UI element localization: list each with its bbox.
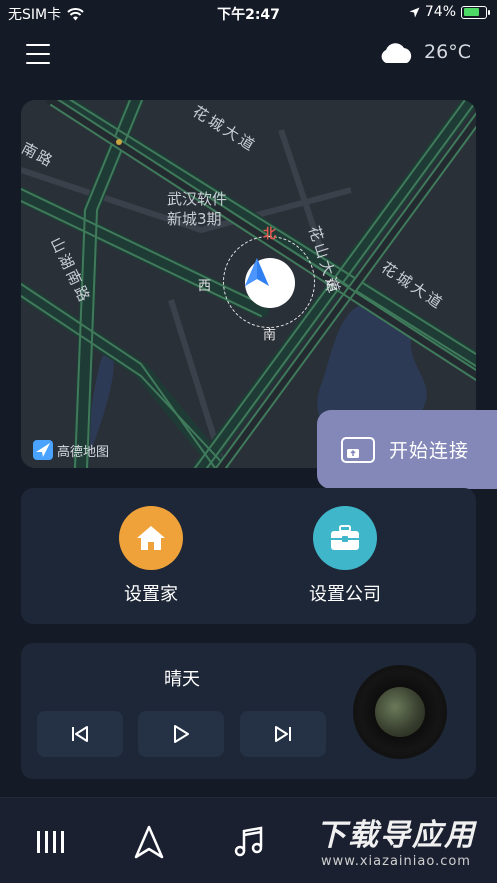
album-disc[interactable] (353, 665, 447, 759)
battery-percent: 74% (424, 4, 456, 20)
set-company-button[interactable]: 设置公司 (285, 506, 405, 606)
previous-button[interactable] (37, 711, 123, 757)
watermark-title: 下载导应用 (316, 818, 476, 853)
previous-icon (72, 726, 88, 742)
start-connect-label: 开始连接 (389, 440, 470, 462)
location-arrow-icon (409, 7, 420, 17)
screen-cast-icon (341, 436, 375, 463)
album-cover (375, 687, 425, 737)
briefcase-icon (313, 506, 377, 570)
next-icon (275, 726, 291, 742)
start-connect-button[interactable]: 开始连接 (317, 410, 497, 489)
nav-home-button[interactable] (30, 822, 70, 862)
hamburger-menu-icon (26, 44, 50, 46)
set-home-label: 设置家 (124, 584, 178, 605)
music-note-icon (234, 826, 263, 857)
map-provider-logo: 高德地图 (33, 440, 109, 460)
menu-button[interactable] (26, 44, 50, 66)
watermark-url: www.xiazainiao.com (321, 854, 471, 869)
song-title: 晴天 (164, 669, 200, 690)
home-icon (119, 506, 183, 570)
play-button[interactable] (138, 711, 224, 757)
compass-east: 东 (324, 279, 338, 294)
watermark: 下载导应用 www.xiazainiao.com (299, 810, 493, 872)
compass-south: 南 (263, 328, 277, 343)
navigation-arrow-icon (245, 258, 269, 286)
compass-north: 北 (263, 227, 277, 242)
music-player: 晴天 (21, 643, 476, 779)
navigation-arrow-icon (134, 825, 164, 859)
amap-logo-icon (33, 440, 53, 460)
next-button[interactable] (240, 711, 326, 757)
temperature-text: 26°C (424, 41, 471, 63)
play-icon (174, 725, 189, 743)
map-label-place: 新城3期 (167, 210, 222, 228)
status-bar: 无SIM卡 下午2:47 74% (0, 0, 497, 26)
bars-icon (37, 831, 64, 853)
bottom-nav: 下载导应用 www.xiazainiao.com (0, 797, 497, 883)
weather-widget: 26°C (378, 40, 471, 64)
battery-icon (461, 5, 490, 19)
shortcut-panel: 设置家 设置公司 (21, 488, 476, 624)
map-label-place: 武汉软件 (167, 190, 228, 208)
nav-music-button[interactable] (229, 822, 269, 862)
set-company-label: 设置公司 (309, 584, 381, 605)
compass[interactable]: 北 南 西 东 (198, 227, 338, 343)
cloud-icon (381, 43, 412, 63)
compass-west: 西 (198, 279, 212, 294)
map-provider-text: 高德地图 (57, 444, 110, 460)
set-home-button[interactable]: 设置家 (91, 506, 211, 606)
nav-navigation-button[interactable] (129, 822, 169, 862)
current-location-marker (245, 258, 295, 308)
